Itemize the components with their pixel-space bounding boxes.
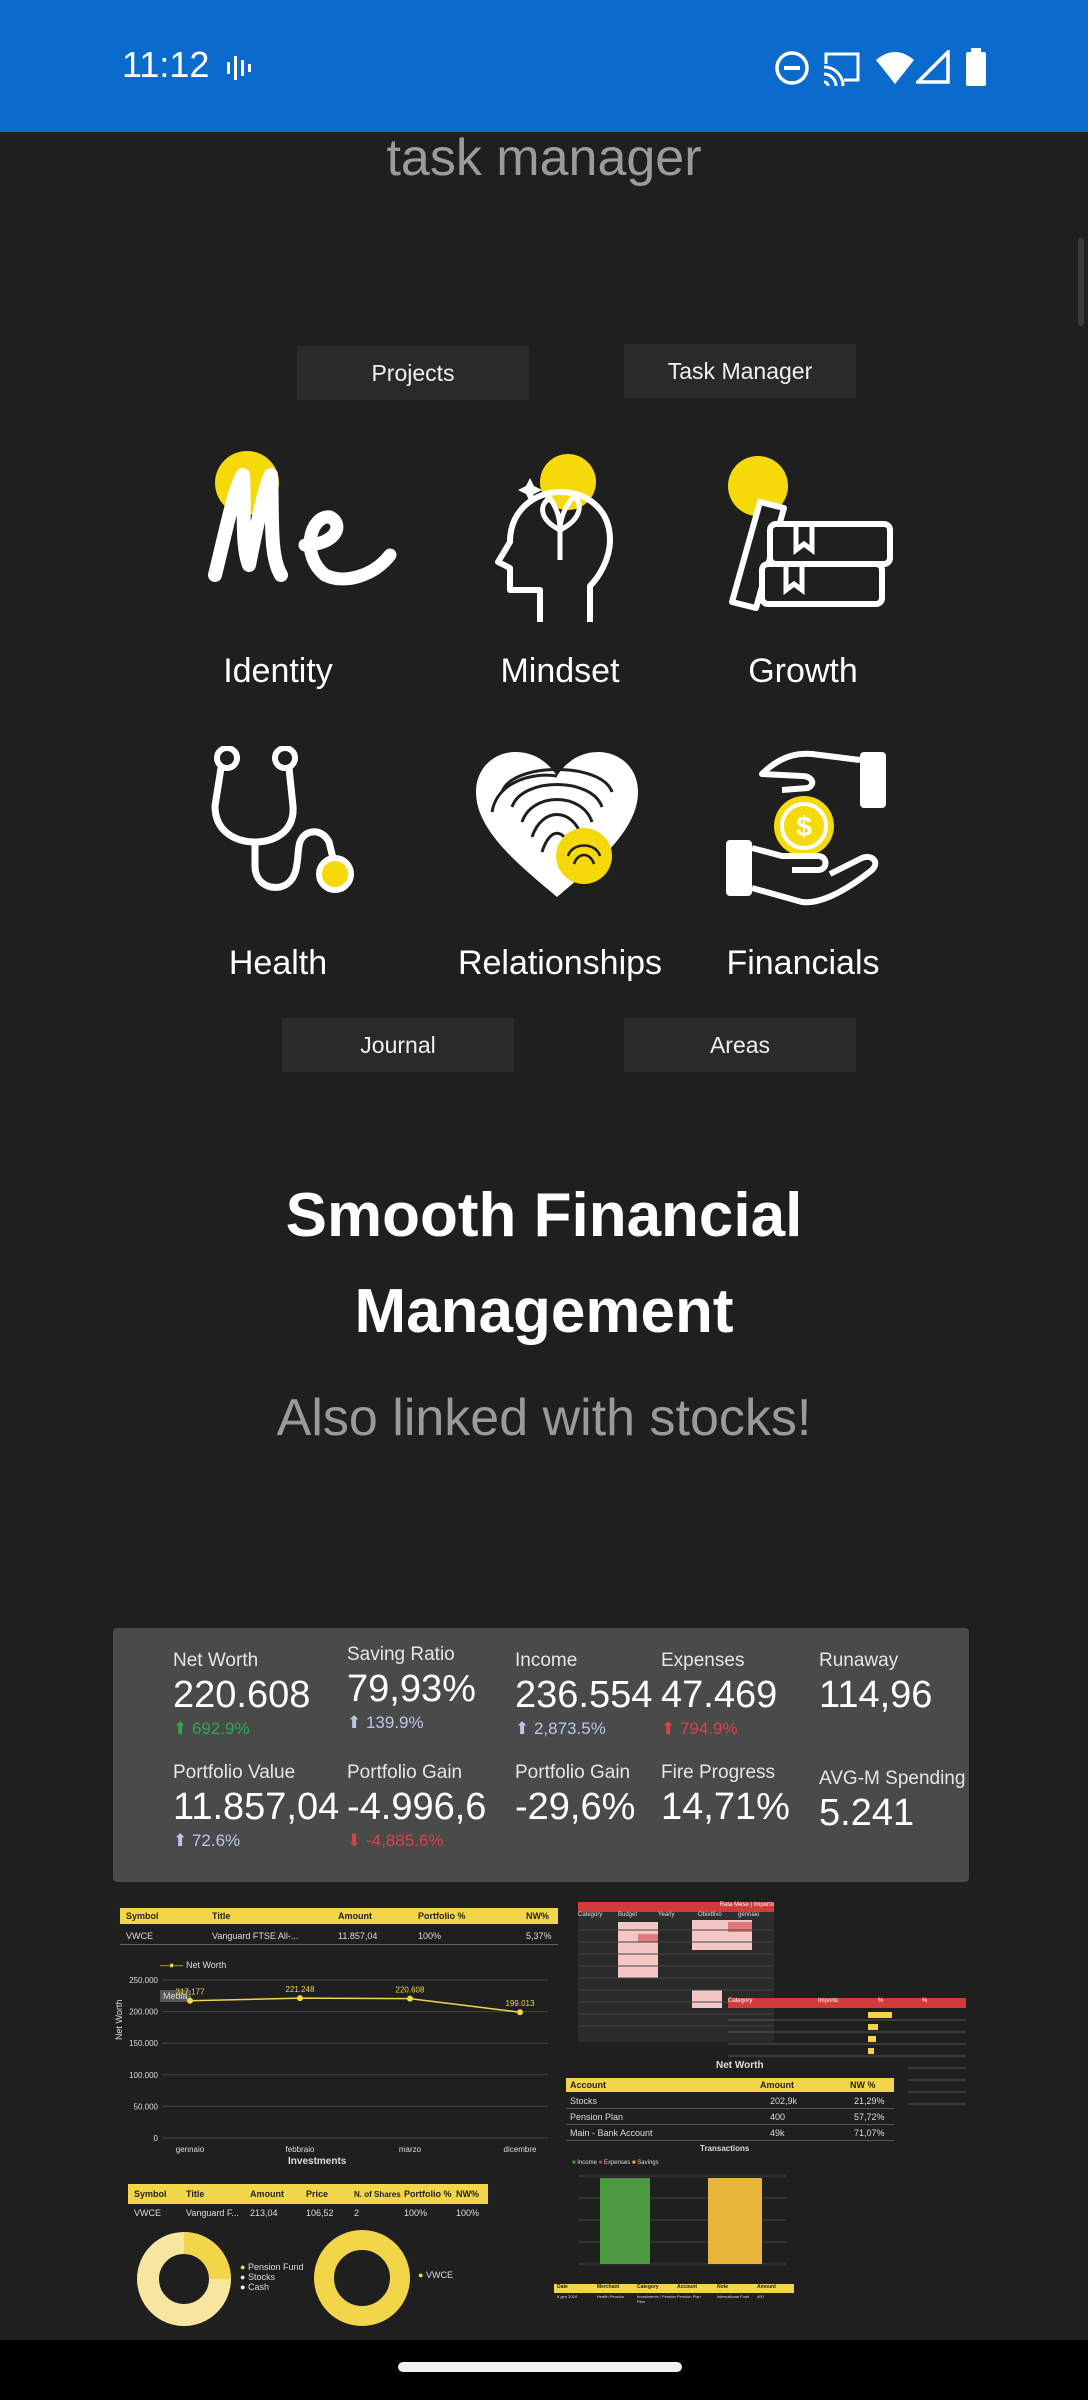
x-tick-label: febbraio [286, 2145, 315, 2154]
y-tick-label: 250.000 [129, 1976, 158, 1985]
kpi-portfolio-gain: Portfolio Gain -4.996,6 ⬇ -4,885.6% [347, 1762, 487, 1850]
data-label: 221.248 [286, 1985, 315, 1994]
area-label-financials: Financials [726, 944, 880, 982]
area-label-relationships: Relationships [457, 944, 663, 982]
area-label-health: Health [228, 944, 328, 982]
projects-button[interactable]: Projects [297, 346, 529, 400]
data-point[interactable] [517, 2009, 523, 2016]
kpi-portfolio-gain-pct: Portfolio Gain -29,6% [515, 1762, 636, 1828]
networth-table-title: Net Worth [716, 2060, 764, 2071]
transactions-legend: ■ Income ■ Expenses ■ Savings [572, 2160, 659, 2166]
wifi-icon [876, 52, 914, 84]
transactions-chart [578, 2175, 786, 2265]
kpi-saving-ratio: Saving Ratio 79,93% ⬆ 139.9% [347, 1644, 476, 1732]
kpi-expenses: Expenses 47.469 ⬆ 794.9% [661, 1650, 778, 1738]
x-tick-label: marzo [399, 2145, 422, 2154]
kpi-card: Net Worth 220.608 ⬆ 692.9% Saving Ratio 79… [113, 1628, 969, 1882]
series-line-net-worth [189, 1997, 521, 2013]
x-tick-label: gennaio [176, 2145, 205, 2154]
task-manager-button[interactable]: Task Manager [624, 344, 856, 398]
hands-coin-icon: $ [726, 750, 886, 906]
transactions-title: Transactions [700, 2144, 750, 2153]
fingerprint-heart-icon [476, 752, 638, 897]
me-icon [208, 451, 397, 586]
kpi-portfolio-value: Portfolio Value 11.857,04 ⬆ 72.6% [173, 1762, 340, 1850]
journal-button[interactable]: Journal [282, 1018, 514, 1072]
portfolio-donut [314, 2230, 410, 2326]
cast-icon [822, 52, 860, 86]
allocation-donut [137, 2232, 231, 2326]
networth-chart: 250.000 200.000 150.000 100.000 50.000 0 genna… [129, 1976, 548, 2154]
hero-title-line1: Smooth Financial [285, 1181, 803, 1250]
area-label-identity: Identity [223, 652, 333, 690]
head-plant-icon [495, 454, 613, 622]
status-bar: 11:12 [0, 0, 1088, 132]
y-tick-label: 50.000 [134, 2102, 159, 2111]
books-icon [728, 456, 893, 611]
data-point[interactable] [187, 1997, 193, 2004]
svg-text:$: $ [796, 811, 812, 842]
y-tick-label: 100.000 [129, 2071, 158, 2080]
dnd-icon [775, 51, 809, 85]
x-tick-label: dicembre [504, 2145, 537, 2154]
donut2-legend: ● VWCE [418, 2270, 453, 2280]
stethoscope-icon [211, 746, 354, 893]
kpi-fire-progress: Fire Progress 14,71% [661, 1762, 790, 1828]
investments-title: Investments [288, 2156, 347, 2167]
clock: 11:12 [122, 44, 210, 85]
scrollbar-thumb[interactable] [1078, 238, 1084, 326]
kpi-runaway: Runaway 114,96 [819, 1650, 933, 1716]
hero-title-line2: Management [354, 1277, 734, 1346]
donut1-legend: ● Pension Fund ● Stocks ● Cash [240, 2262, 304, 2292]
area-label-mindset: Mindset [500, 652, 620, 690]
home-indicator[interactable] [398, 2362, 682, 2372]
area-label-growth: Growth [748, 652, 858, 690]
data-point[interactable] [297, 1995, 303, 2002]
data-label: 217.177 [176, 1988, 205, 1997]
income-bar [600, 2178, 650, 2264]
y-tick-label: 0 [154, 2134, 159, 2143]
areas-button[interactable]: Areas [624, 1018, 856, 1072]
y-tick-label: 150.000 [129, 2039, 158, 2048]
voicemail-icon [227, 56, 251, 80]
kpi-avg-spending: AVG-M Spending 5.241 [819, 1768, 966, 1834]
y-tick-label: 200.000 [129, 2008, 158, 2017]
data-label: 199.013 [506, 1999, 535, 2008]
kpi-net-worth: Net Worth 220.608 ⬆ 692.9% [173, 1650, 311, 1738]
data-point[interactable] [407, 1995, 413, 2002]
chart-legend: —●— Net Worth [160, 1960, 227, 1970]
signal-icon [916, 50, 950, 84]
kpi-income: Income 236.554 ⬆ 2,873.5% [515, 1650, 653, 1738]
page-title: task manager [386, 129, 702, 187]
data-label: 220.608 [396, 1986, 425, 1995]
savings-bar [708, 2178, 762, 2264]
hero-subtitle: Also linked with stocks! [276, 1389, 812, 1447]
battery-icon [966, 48, 986, 86]
